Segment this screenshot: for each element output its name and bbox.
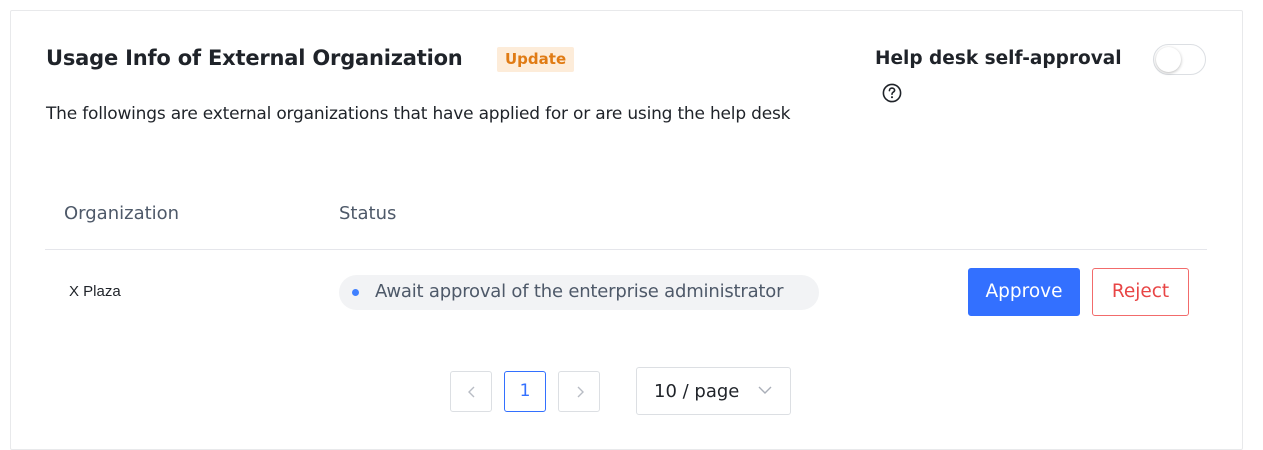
usage-info-card	[10, 10, 1243, 450]
previous-page-button[interactable]	[450, 371, 492, 412]
help-desk-self-approval-label: Help desk self-approval	[875, 48, 1122, 69]
column-header-status: Status	[339, 203, 397, 224]
status-dot-icon	[352, 289, 359, 296]
page-description: The followings are external organization…	[46, 104, 791, 124]
chevron-down-icon	[758, 386, 772, 394]
next-page-button[interactable]	[558, 371, 600, 412]
approve-button[interactable]: Approve	[968, 268, 1080, 316]
organization-name: X Plaza	[69, 283, 121, 300]
page-number-button[interactable]: 1	[504, 371, 546, 412]
chevron-left-icon	[468, 386, 475, 398]
page-title: Usage Info of External Organization	[46, 46, 463, 70]
column-header-organization: Organization	[64, 203, 180, 224]
update-badge[interactable]: Update	[497, 47, 575, 72]
reject-button[interactable]: Reject	[1092, 268, 1189, 316]
page-size-value: 10 / page	[654, 381, 740, 402]
help-desk-self-approval-toggle[interactable]	[1153, 44, 1206, 75]
page-size-select[interactable]: 10 / page	[636, 367, 791, 415]
status-text: Await approval of the enterprise adminis…	[375, 281, 784, 302]
question-circle-icon[interactable]	[882, 83, 902, 103]
chevron-right-icon	[577, 386, 584, 398]
toggle-knob	[1156, 47, 1181, 72]
table-header-divider	[45, 249, 1207, 250]
status-badge: Await approval of the enterprise adminis…	[339, 275, 819, 310]
